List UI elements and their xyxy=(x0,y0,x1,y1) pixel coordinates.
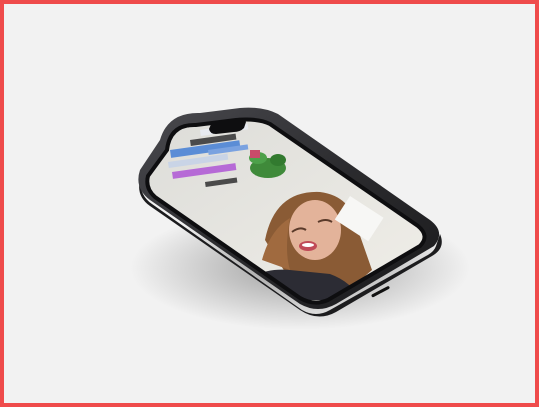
product-photo xyxy=(0,0,539,407)
phone-illustration xyxy=(130,107,470,330)
